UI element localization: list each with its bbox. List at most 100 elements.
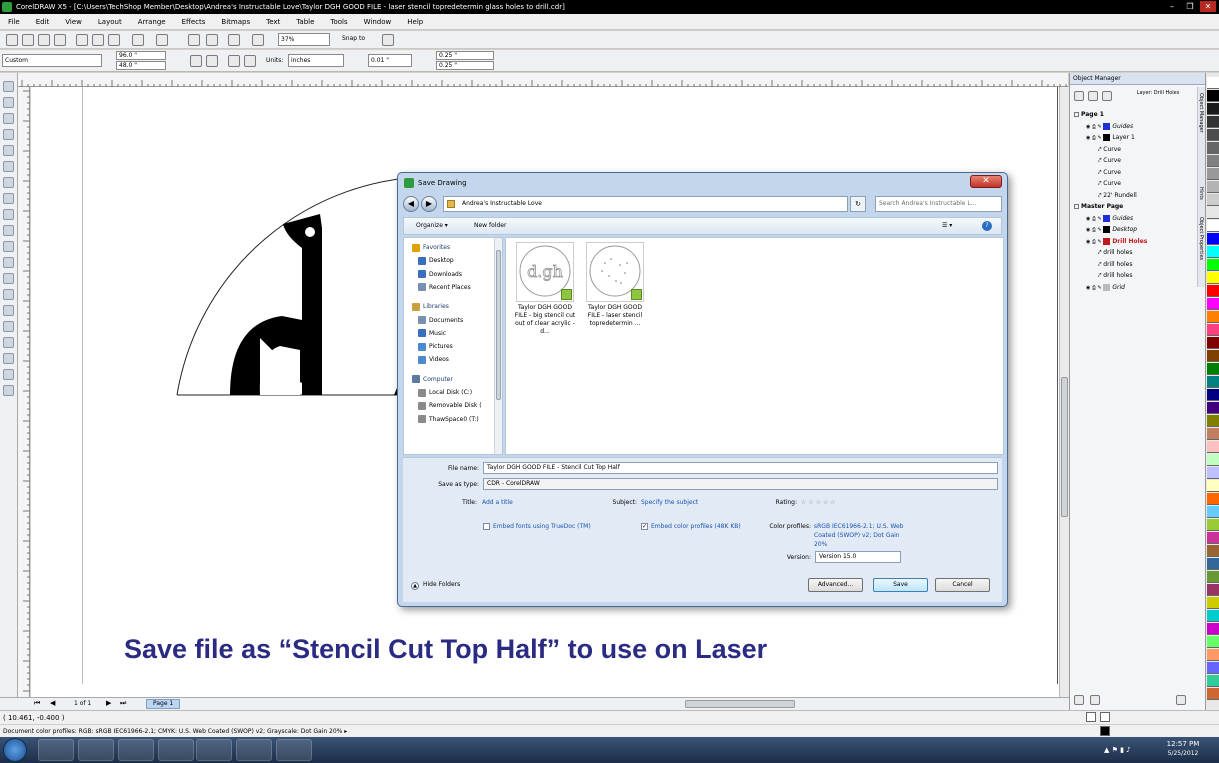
import-icon[interactable]: [188, 34, 200, 46]
palette-swatch[interactable]: [1207, 402, 1219, 414]
version-select[interactable]: Version 15.0: [815, 551, 901, 563]
shape-tool-icon[interactable]: [3, 97, 14, 108]
first-page-icon[interactable]: ⏮: [34, 699, 40, 708]
fill-color-swatch[interactable]: [1100, 712, 1110, 722]
connector-tool-icon[interactable]: [3, 289, 14, 300]
palette-swatch[interactable]: [1207, 688, 1219, 700]
object-tree-item[interactable]: ◉ ⎙ ✎ Drill Holes: [1086, 236, 1147, 247]
object-tree-item[interactable]: ⤤ drill holes: [1098, 270, 1132, 281]
palette-swatch[interactable]: [1207, 649, 1219, 661]
menu-bitmaps[interactable]: Bitmaps: [213, 14, 258, 30]
palette-swatch[interactable]: [1207, 207, 1219, 219]
palette-swatch[interactable]: [1207, 155, 1219, 167]
back-arrow-icon[interactable]: ◀: [403, 196, 419, 212]
palette-swatch[interactable]: [1207, 298, 1219, 310]
palette-swatch[interactable]: [1207, 454, 1219, 466]
object-tree-item[interactable]: ⤤ Curve: [1098, 178, 1121, 189]
palette-swatch[interactable]: [1207, 493, 1219, 505]
fill-tool-icon[interactable]: [3, 369, 14, 380]
nav-item[interactable]: Videos: [418, 354, 449, 365]
prev-page-icon[interactable]: ◀: [50, 699, 55, 707]
new-layer-icon[interactable]: [1074, 695, 1084, 705]
palette-swatch[interactable]: [1207, 519, 1219, 531]
expand-icon[interactable]: [1074, 112, 1079, 117]
palette-swatch[interactable]: [1207, 571, 1219, 583]
object-tree-item[interactable]: ⤤ drill holes: [1098, 259, 1132, 270]
palette-swatch[interactable]: [1207, 324, 1219, 336]
object-tree-item[interactable]: ⤤ Curve: [1098, 144, 1121, 155]
palette-swatch[interactable]: [1207, 259, 1219, 271]
pick-tool-icon[interactable]: [3, 81, 14, 92]
palette-swatch[interactable]: [1207, 597, 1219, 609]
tab-object-manager[interactable]: Object Manager: [1198, 93, 1204, 133]
palette-swatch[interactable]: [1207, 610, 1219, 622]
palette-swatch[interactable]: [1207, 480, 1219, 492]
palette-swatch[interactable]: [1207, 220, 1219, 232]
menu-tools[interactable]: Tools: [322, 14, 355, 30]
welcome-screen-icon[interactable]: [252, 34, 264, 46]
copy-icon[interactable]: [92, 34, 104, 46]
palette-swatch[interactable]: [1207, 181, 1219, 193]
zoom-tool-icon[interactable]: [3, 129, 14, 140]
palette-swatch[interactable]: [1207, 363, 1219, 375]
open-icon[interactable]: [22, 34, 34, 46]
palette-swatch[interactable]: [1207, 441, 1219, 453]
palette-swatch[interactable]: [1207, 116, 1219, 128]
palette-swatch[interactable]: [1207, 558, 1219, 570]
interactive-fill-tool-icon[interactable]: [3, 385, 14, 396]
taskbar-chrome-icon[interactable]: [78, 739, 114, 761]
object-tree-item[interactable]: ⤤ drill holes: [1098, 247, 1132, 258]
rating-stars[interactable]: ☆ ☆ ☆ ☆ ☆: [801, 498, 836, 507]
save-button[interactable]: Save: [873, 578, 928, 592]
hide-folders-icon[interactable]: ▲: [411, 582, 419, 590]
file-name-1[interactable]: Taylor DGH GOOD FILE - big stencil cut o…: [511, 304, 579, 336]
nav-item[interactable]: Removable Disk (: [418, 400, 482, 411]
palette-swatch[interactable]: [1207, 77, 1219, 89]
layer-manager-view-icon[interactable]: [1102, 91, 1112, 101]
object-tree-item[interactable]: ⤤ Curve: [1098, 167, 1121, 178]
object-tree-item[interactable]: ◉ ⎙ ✎ Layer 1: [1086, 132, 1135, 143]
nav-item[interactable]: Documents: [418, 315, 463, 326]
tab-hints[interactable]: Hints: [1198, 187, 1204, 200]
new-master-layer-icon[interactable]: [1090, 695, 1100, 705]
layer-visibility-icon[interactable]: ◉ ⎙ ✎: [1086, 216, 1103, 222]
options-icon[interactable]: [382, 34, 394, 46]
nav-item[interactable]: Computer: [412, 374, 453, 385]
color-profiles-value[interactable]: sRGB IEC61966-2.1; U.S. Web Coated (SWOP…: [814, 522, 904, 549]
next-page-icon[interactable]: ▶: [106, 699, 111, 707]
crop-tool-icon[interactable]: [3, 113, 14, 124]
text-tool-icon[interactable]: [3, 241, 14, 252]
new-folder-button[interactable]: New folder: [474, 218, 506, 234]
print-icon[interactable]: [54, 34, 66, 46]
duplicate-x-field[interactable]: 0.25 ": [436, 51, 494, 60]
palette-swatch[interactable]: [1207, 389, 1219, 401]
organize-button[interactable]: Organize ▾: [416, 218, 448, 234]
menu-file[interactable]: File: [0, 14, 28, 30]
menu-edit[interactable]: Edit: [28, 14, 58, 30]
color-profile-status[interactable]: Document color profiles: RGB: sRGB IEC61…: [3, 728, 347, 735]
cut-icon[interactable]: [76, 34, 88, 46]
nav-item[interactable]: Favorites: [412, 242, 450, 253]
object-tree-item[interactable]: ⤤ Curve: [1098, 155, 1121, 166]
layer-visibility-icon[interactable]: ◉ ⎙ ✎: [1086, 227, 1103, 233]
palette-swatch[interactable]: [1207, 103, 1219, 115]
palette-swatch[interactable]: [1207, 272, 1219, 284]
refresh-icon[interactable]: ↻: [850, 196, 866, 212]
palette-swatch[interactable]: [1207, 506, 1219, 518]
rectangle-tool-icon[interactable]: [3, 177, 14, 188]
nav-item[interactable]: Downloads: [418, 269, 462, 280]
forward-arrow-icon[interactable]: ▶: [421, 196, 437, 212]
menu-effects[interactable]: Effects: [174, 14, 214, 30]
minimize-button[interactable]: –: [1164, 1, 1180, 12]
paper-type-select[interactable]: Custom: [2, 54, 102, 67]
palette-swatch[interactable]: [1207, 129, 1219, 141]
current-page-icon[interactable]: [244, 55, 256, 67]
eyedropper-tool-icon[interactable]: [3, 337, 14, 348]
palette-swatch[interactable]: [1207, 662, 1219, 674]
palette-swatch[interactable]: [1207, 233, 1219, 245]
embed-profiles-checkbox[interactable]: ✓: [641, 523, 648, 530]
maximize-button[interactable]: ❐: [1182, 1, 1198, 12]
show-properties-icon[interactable]: [1074, 91, 1084, 101]
menu-table[interactable]: Table: [288, 14, 322, 30]
nav-item[interactable]: ThawSpace0 (T:): [418, 414, 479, 425]
